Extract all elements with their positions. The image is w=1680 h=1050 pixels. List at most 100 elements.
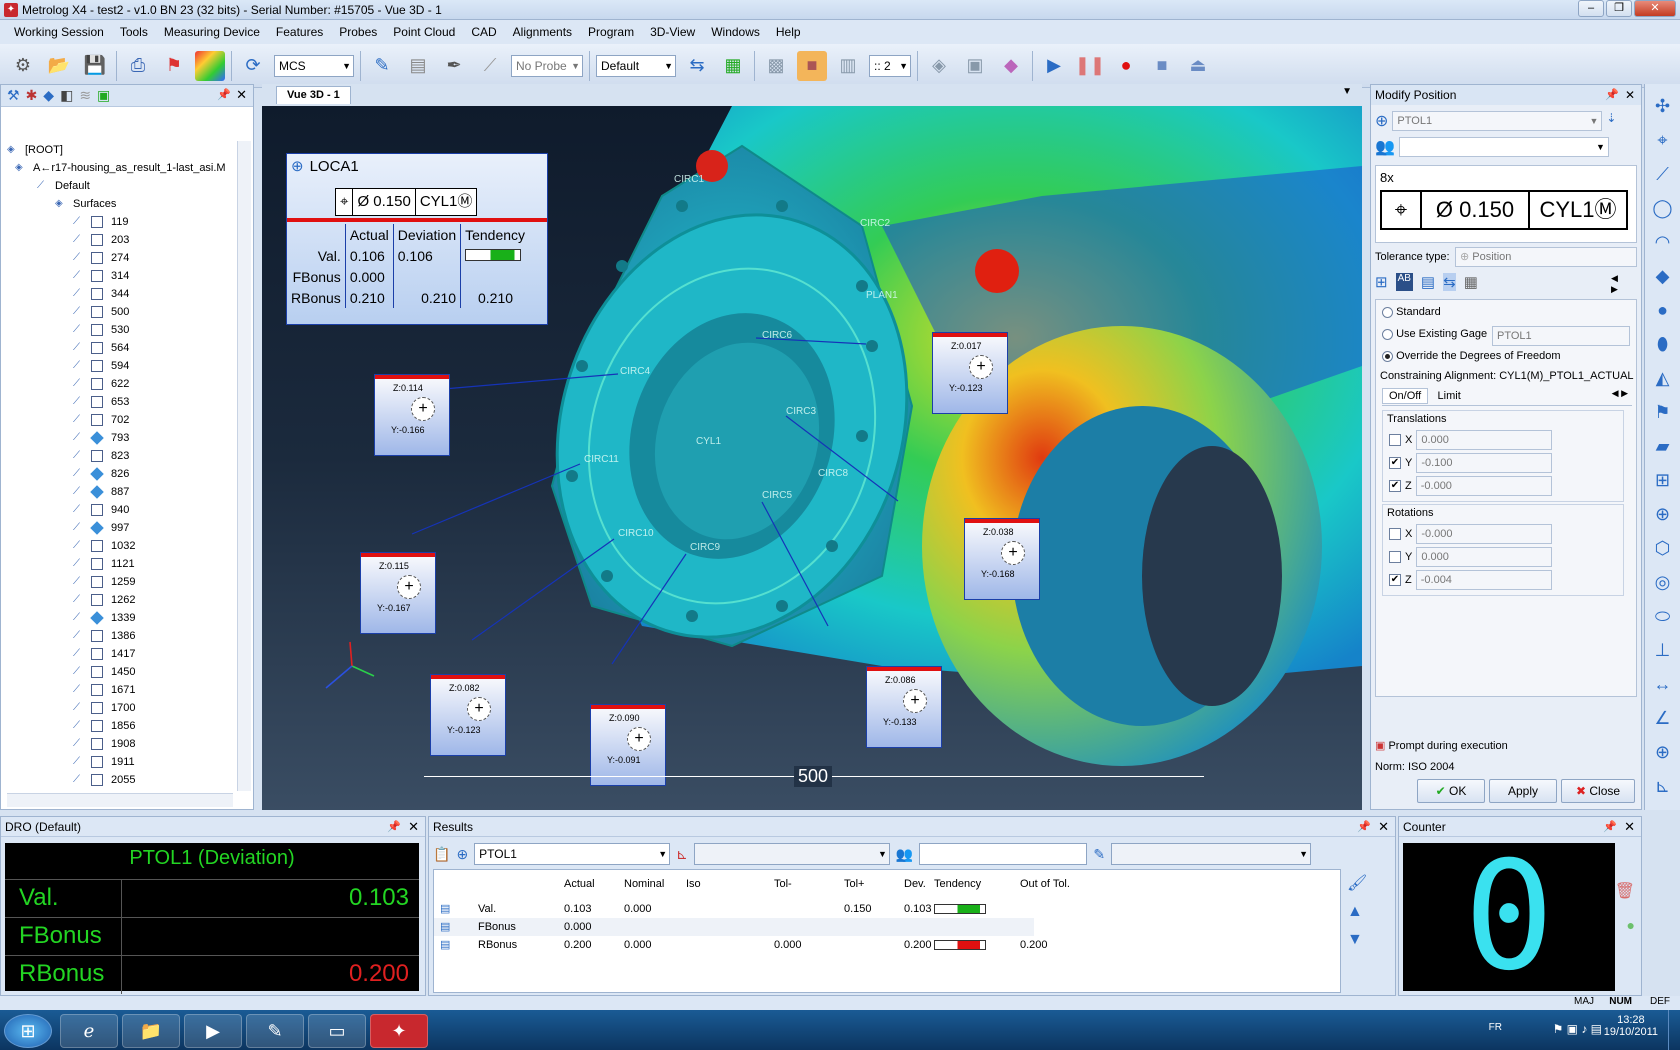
tree-surface-item[interactable]: ⟋ 1450 xyxy=(7,663,237,681)
tree-surface-item[interactable]: ⟋ 1671 xyxy=(7,681,237,699)
tol-type-select[interactable]: ⊕ Position xyxy=(1455,247,1637,267)
pause-icon[interactable]: ❚❚ xyxy=(1075,51,1105,81)
surface-checkbox[interactable] xyxy=(91,252,103,265)
feature-select[interactable]: PTOL1 ▼ xyxy=(1392,111,1603,131)
tool-point-icon[interactable]: ✣ xyxy=(1651,94,1675,118)
close-window-button[interactable]: ✕ xyxy=(1634,0,1676,17)
tree-model[interactable]: ◈ A←r17-housing_as_result_1-last_asi.M xyxy=(7,159,237,177)
explorer-icon[interactable]: 📁 xyxy=(122,1014,180,1048)
tree-tool-icon-3[interactable]: ◆ xyxy=(43,87,54,104)
tab-onoff[interactable]: On/Off xyxy=(1382,388,1429,404)
surface-checkbox[interactable] xyxy=(91,270,103,283)
menu-working-session[interactable]: Working Session xyxy=(6,25,112,39)
users-icon[interactable]: 👥 xyxy=(896,846,913,863)
filter-icon[interactable]: ⇣ xyxy=(1606,111,1616,131)
tree-surface-item[interactable]: ⟋ 793 xyxy=(7,429,237,447)
tree-tool-icon-4[interactable]: ◧ xyxy=(60,87,73,104)
tree-vertical-scrollbar[interactable] xyxy=(237,141,251,791)
tree-surface-item[interactable]: ⟋ 622 xyxy=(7,375,237,393)
close-icon[interactable]: ✕ xyxy=(408,817,419,837)
dof-checkbox[interactable]: ✔ xyxy=(1389,480,1401,492)
tree-surface-item[interactable]: ⟋ 1262 xyxy=(7,591,237,609)
paint-icon[interactable]: ✎ xyxy=(246,1014,304,1048)
surface-checkbox[interactable] xyxy=(91,738,103,751)
report-icon[interactable]: 📋 xyxy=(433,846,450,863)
tool-ring-icon[interactable]: ◎ xyxy=(1651,570,1675,594)
3d-viewport[interactable]: CIRC1 CIRC2 PLAN1 CIRC6 CIRC4 CYL1 CIRC3… xyxy=(262,106,1362,810)
pin-icon[interactable]: 📌 xyxy=(1603,817,1617,837)
tree-surface-item[interactable]: ⟋ 203 xyxy=(7,231,237,249)
grid-icon[interactable]: ▦ xyxy=(718,51,748,81)
point-label[interactable]: Z:0.038 + Y:-0.168 xyxy=(964,518,1040,600)
prompt-row[interactable]: ▣ Prompt during execution xyxy=(1375,739,1508,752)
user-select[interactable]: ▼ xyxy=(1398,137,1609,157)
surface-checkbox[interactable] xyxy=(91,342,103,355)
menu-features[interactable]: Features xyxy=(268,25,331,39)
pin-icon[interactable]: 📌 xyxy=(387,817,401,837)
tree-surface-item[interactable]: ⟋ 1032 xyxy=(7,537,237,555)
point-label[interactable]: Z:0.082 + Y:-0.123 xyxy=(430,674,506,756)
tools-icon[interactable]: ✎ xyxy=(1093,846,1105,863)
tab-icon-position[interactable]: ⊞ xyxy=(1375,273,1388,291)
radio-override[interactable] xyxy=(1382,350,1393,362)
window-icon[interactable]: ▭ xyxy=(308,1014,366,1048)
surface-checkbox[interactable] xyxy=(91,558,103,571)
tree-horizontal-scrollbar[interactable] xyxy=(7,793,233,807)
tree-tool-icon-6[interactable]: ▣ xyxy=(97,87,110,104)
ok-button[interactable]: ✔ OK xyxy=(1417,779,1485,803)
tree-surface-item[interactable]: ⟋ 119 xyxy=(7,213,237,231)
tree-surface-item[interactable]: ⟋ 1386 xyxy=(7,627,237,645)
tool-line-icon[interactable]: ⟋ xyxy=(1651,162,1675,186)
surface-checkbox[interactable] xyxy=(91,594,103,607)
dof-checkbox[interactable] xyxy=(1389,551,1401,563)
tool-dim-icon[interactable]: ↔ xyxy=(1651,672,1675,696)
point-label[interactable]: Z:0.114 + Y:-0.166 xyxy=(374,374,450,456)
tool-slab-icon[interactable]: ▰ xyxy=(1651,434,1675,458)
tray-icons[interactable]: ⚑ ▣ ♪ ▤ xyxy=(1553,1022,1602,1036)
metrolog-icon[interactable]: ✦ xyxy=(370,1014,428,1048)
tool-slot-icon[interactable]: ⊕ xyxy=(1651,502,1675,526)
tree-surface-item[interactable]: ⟋ 826 xyxy=(7,465,237,483)
surface-checkbox[interactable] xyxy=(91,720,103,733)
play-icon[interactable]: ▶ xyxy=(1039,51,1069,81)
radio-standard[interactable] xyxy=(1382,306,1393,318)
dof-value-input[interactable]: -0.100 xyxy=(1416,453,1553,473)
surface-checkbox[interactable] xyxy=(91,324,103,337)
surface-checkbox[interactable] xyxy=(91,684,103,697)
tree-surface-item[interactable]: ⟋ 530 xyxy=(7,321,237,339)
start-button[interactable]: ⊞ xyxy=(4,1014,52,1048)
tool-flag-icon[interactable]: ⚑ xyxy=(1651,400,1675,424)
layers-icon[interactable]: ▥ xyxy=(833,51,863,81)
language-indicator[interactable]: FR xyxy=(1489,1022,1502,1033)
tool-axes-icon[interactable]: ⊾ xyxy=(1651,774,1675,798)
close-icon[interactable]: ✕ xyxy=(1624,817,1635,837)
point-label[interactable]: Z:0.090 + Y:-0.091 xyxy=(590,704,666,786)
tool-sphere-icon[interactable]: ● xyxy=(1651,298,1675,322)
dof-value-input[interactable]: -0.000 xyxy=(1415,476,1552,496)
surface-checkbox[interactable] xyxy=(91,540,103,553)
opt-standard[interactable]: Standard xyxy=(1382,306,1441,318)
tool-target-icon[interactable]: ⌖ xyxy=(1651,128,1675,152)
close-icon[interactable]: ✕ xyxy=(1625,85,1635,105)
dof-checkbox[interactable]: ✔ xyxy=(1389,457,1401,469)
flag-icon[interactable]: ⚑ xyxy=(159,51,189,81)
tree-surface-item[interactable]: ⟋ 1121 xyxy=(7,555,237,573)
tree-surface-item[interactable]: ⟋ 594 xyxy=(7,357,237,375)
tool-angle-icon[interactable]: ∠ xyxy=(1651,706,1675,730)
tab-limit[interactable]: Limit xyxy=(1432,389,1467,403)
surface-checkbox[interactable] xyxy=(91,576,103,589)
close-icon[interactable]: ✕ xyxy=(1378,817,1389,837)
tool-cone-icon[interactable]: ◭ xyxy=(1651,366,1675,390)
refresh-icon[interactable]: ⟳ xyxy=(238,51,268,81)
results-feature-select[interactable]: PTOL1 ▼ xyxy=(474,843,671,865)
dof-value-input[interactable]: -0.004 xyxy=(1415,570,1552,590)
tree-surface-item[interactable]: ⟋ 500 xyxy=(7,303,237,321)
open-folder-icon[interactable]: 📂 xyxy=(44,51,74,81)
trash-icon[interactable]: 🗑 xyxy=(1615,881,1635,901)
dof-value-input[interactable]: -0.000 xyxy=(1416,524,1553,544)
loca-annotation[interactable]: ⊕ LOCA1 ⌖ Ø 0.150 CYL1Ⓜ Actual Deviation Te… xyxy=(286,153,548,325)
dof-checkbox[interactable] xyxy=(1389,528,1401,540)
tab-icon-stack[interactable]: ▤ xyxy=(1421,273,1435,291)
eraser-icon[interactable]: ◆ xyxy=(996,51,1026,81)
point-label[interactable]: Z:0.017 + Y:-0.123 xyxy=(932,332,1008,414)
